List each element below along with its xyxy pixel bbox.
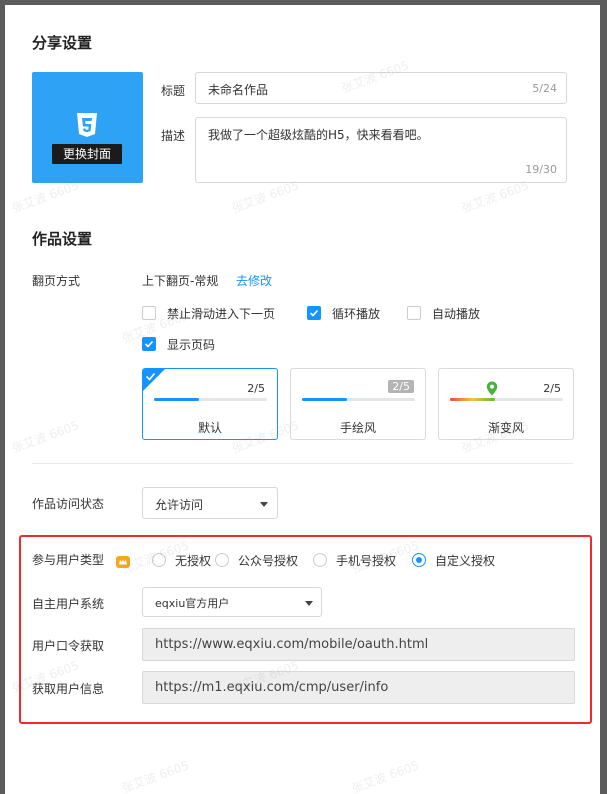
page-style-name: 默认 [197, 421, 222, 435]
progress-track [154, 398, 267, 401]
page-style-card-default[interactable]: 2/5 默认 [142, 368, 278, 440]
page-style-card-gradient[interactable]: 2/5 渐变风 [438, 368, 574, 440]
watermark: 张艾波 6605 [349, 758, 421, 794]
location-pin-icon [486, 381, 498, 396]
description-textarea[interactable]: 我做了一个超级炫酷的H5，快来看看吧。 19/30 [195, 117, 567, 183]
share-settings-title: 分享设置 [32, 34, 93, 52]
work-settings-title: 作品设置 [32, 230, 93, 248]
auto-play-checkbox[interactable] [407, 306, 421, 320]
watermark: 张艾波 6605 [119, 758, 191, 794]
access-status-value: 允许访问 [155, 498, 204, 512]
show-page-number-label: 显示页码 [167, 338, 216, 352]
check-icon [144, 340, 154, 348]
selected-corner-icon [143, 369, 165, 391]
section-divider [32, 463, 573, 464]
caret-down-icon [260, 502, 268, 507]
no-swipe-checkbox[interactable] [142, 306, 156, 320]
watermark: 张艾波 6605 [9, 418, 81, 456]
no-swipe-label: 禁止滑动进入下一页 [167, 307, 276, 321]
access-status-label: 作品访问状态 [32, 497, 105, 511]
progress-fill [302, 398, 348, 401]
page-indicator: 2/5 [543, 382, 561, 395]
auto-play-label: 自动播放 [432, 307, 481, 321]
title-label: 标题 [161, 84, 186, 98]
loop-play-label: 循环播放 [332, 307, 381, 321]
flip-mode-label: 翻页方式 [32, 274, 81, 288]
description-char-count: 19/30 [525, 163, 557, 176]
title-input-value: 未命名作品 [208, 83, 269, 97]
access-status-select[interactable]: 允许访问 [142, 487, 278, 519]
page-style-card-hand-drawn[interactable]: 2/5 手绘风 [290, 368, 426, 440]
cover-image[interactable]: 更换封面 [32, 72, 143, 183]
page-indicator: 2/5 [247, 382, 265, 395]
progress-fill [154, 398, 200, 401]
flip-mode-value: 上下翻页-常规 [142, 274, 219, 288]
show-page-number-checkbox[interactable] [142, 337, 156, 351]
progress-track [450, 398, 563, 401]
highlight-box [19, 535, 592, 724]
check-icon [309, 309, 319, 317]
title-input[interactable]: 未命名作品 5/24 [195, 72, 567, 104]
page-style-name: 渐变风 [487, 421, 524, 435]
loop-play-checkbox[interactable] [307, 306, 321, 320]
description-label: 描述 [161, 129, 186, 143]
progress-track [302, 398, 415, 401]
page-indicator: 2/5 [388, 380, 414, 393]
progress-fill [450, 398, 496, 401]
title-char-count: 5/24 [532, 82, 557, 95]
change-flip-mode-link[interactable]: 去修改 [236, 272, 272, 289]
description-value: 我做了一个超级炫酷的H5，快来看看吧。 [208, 128, 429, 142]
change-cover-button[interactable]: 更换封面 [52, 144, 122, 164]
page-style-name: 手绘风 [339, 421, 376, 435]
html5-icon [77, 113, 97, 137]
